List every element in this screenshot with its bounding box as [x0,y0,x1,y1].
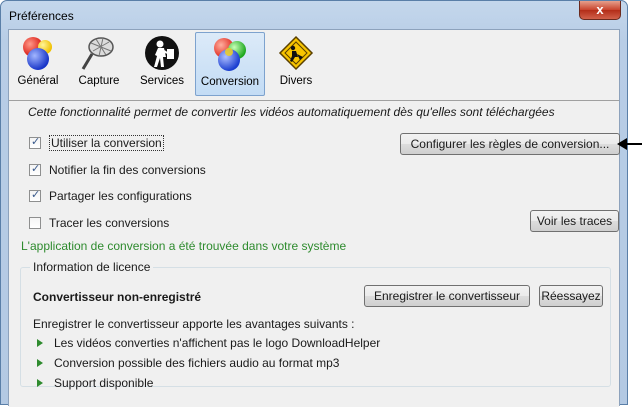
bullet-arrow-icon [37,379,43,387]
tab-divers-label: Divers [279,75,313,87]
retry-button[interactable]: Réessayez [539,285,603,307]
converter-found-message: L'application de conversion a été trouvé… [21,239,347,253]
services-person-icon [145,36,179,70]
advantages-intro: Enregistrer le convertisseur apporte les… [33,317,355,331]
preferences-toolbar: Général Capture Services Conversion Dive… [9,30,619,101]
preferences-window: Préférences x Général Capture Services C… [0,0,628,407]
use-conversion-checkbox[interactable] [29,135,41,149]
option-share-configs[interactable]: Partager les configurations [29,187,192,205]
advantage-text: Les vidéos converties n'affichent pas le… [54,336,381,350]
option-use-conversion[interactable]: Utiliser la conversion [29,134,164,152]
title-bar[interactable]: Préférences x [1,1,627,27]
tab-services-label: Services [139,75,185,87]
general-balls-icon [23,37,52,70]
license-status: Convertisseur non-enregistré [33,290,202,304]
dialog-body: Général Capture Services Conversion Dive… [8,29,620,407]
license-legend: Information de licence [30,260,154,274]
notify-end-checkbox[interactable] [29,162,41,176]
tab-capture[interactable]: Capture [71,32,127,96]
configure-rules-button[interactable]: Configurer les règles de conversion... [400,133,620,155]
option-notify-end[interactable]: Notifier la fin des conversions [29,161,206,179]
option-trace-conversions[interactable]: Tracer les conversions [29,214,169,232]
view-traces-button[interactable]: Voir les traces [530,210,619,232]
tab-general[interactable]: Général [13,32,63,96]
conversion-panel: Cette fonctionnalité permet de convertir… [9,101,620,407]
capture-net-icon [81,37,114,70]
divers-diamond-icon [278,35,314,71]
share-configs-checkbox[interactable] [29,188,41,202]
tab-services[interactable]: Services [133,32,191,96]
advantage-item: Support disponible [37,376,153,390]
tab-conversion[interactable]: Conversion [195,32,265,96]
tab-conversion-label: Conversion [200,76,260,88]
notify-end-label[interactable]: Notifier la fin des conversions [49,163,206,177]
advantage-text: Support disponible [54,376,154,390]
register-converter-button[interactable]: Enregistrer le convertisseur [364,285,530,307]
pointer-arrow-icon [617,138,642,150]
license-groupbox: Information de licence Convertisseur non… [20,260,611,390]
trace-conversions-label[interactable]: Tracer les conversions [49,216,169,230]
tab-capture-label: Capture [78,75,120,87]
trace-conversions-checkbox[interactable] [29,217,41,229]
bullet-arrow-icon [37,339,43,347]
bullet-arrow-icon [37,359,43,367]
conversion-balls-icon [214,38,246,71]
tab-divers[interactable]: Divers [271,32,321,96]
share-configs-label[interactable]: Partager les configurations [49,189,192,203]
use-conversion-label[interactable]: Utiliser la conversion [49,135,164,151]
close-button[interactable]: x [579,1,621,20]
advantage-text: Conversion possible des fichiers audio a… [54,356,340,370]
advantage-item: Conversion possible des fichiers audio a… [37,356,339,370]
advantage-item: Les vidéos converties n'affichent pas le… [37,336,380,350]
conversion-description: Cette fonctionnalité permet de convertir… [28,105,555,119]
window-title: Préférences [9,9,74,23]
tab-general-label: Général [17,75,59,87]
